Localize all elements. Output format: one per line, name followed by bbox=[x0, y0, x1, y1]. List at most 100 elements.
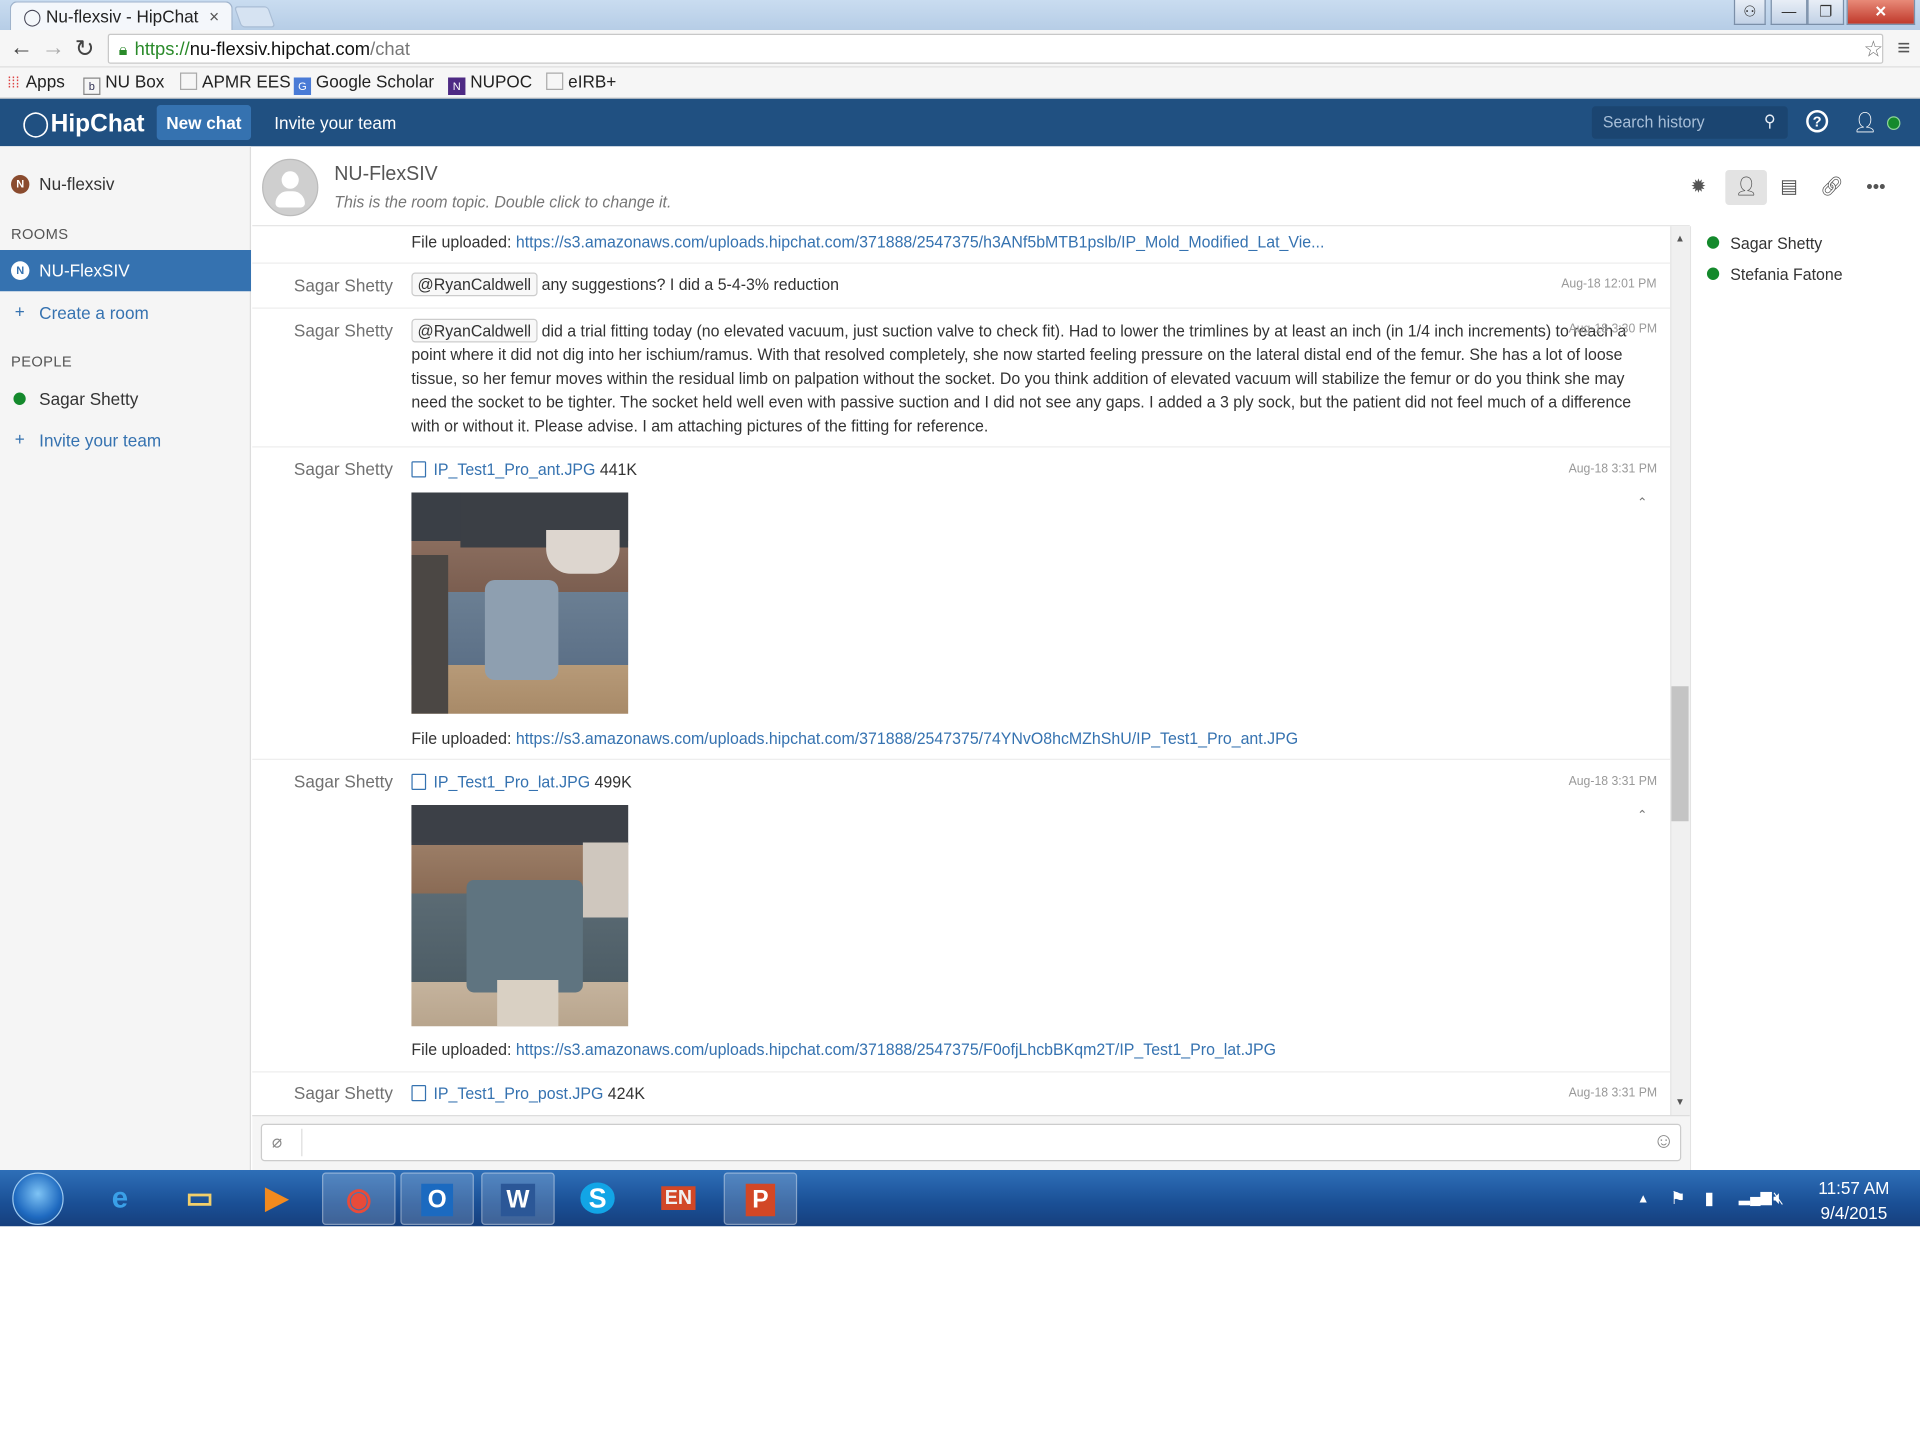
close-window-button[interactable]: ✕ bbox=[1846, 0, 1916, 25]
message-sender[interactable]: Sagar Shetty bbox=[294, 275, 393, 295]
group-name[interactable]: Nu-flexsiv bbox=[39, 174, 114, 194]
new-chat-button[interactable]: New chat bbox=[156, 105, 252, 140]
upload-link[interactable]: https://s3.amazonaws.com/uploads.hipchat… bbox=[516, 729, 1298, 748]
emoticon-icon[interactable]: ☺ bbox=[1653, 1129, 1674, 1154]
help-icon[interactable]: ? bbox=[1806, 110, 1829, 133]
skype-icon[interactable]: S bbox=[561, 1173, 634, 1226]
language-bar-icon[interactable]: EN bbox=[642, 1173, 715, 1226]
mention-tag[interactable]: @RyanCaldwell bbox=[411, 318, 538, 343]
bookmark-label: Apps bbox=[25, 71, 65, 92]
bookmark-nu-box[interactable]: b NU Box bbox=[83, 71, 164, 95]
media-player-icon[interactable]: ▶ bbox=[240, 1173, 313, 1226]
outlook-icon[interactable]: O bbox=[400, 1172, 474, 1225]
taskbar-clock[interactable]: 11:57 AM 9/4/2015 bbox=[1810, 1175, 1898, 1225]
hipchat-logo[interactable]: ◯HipChat bbox=[22, 108, 145, 139]
create-room-link[interactable]: Create a room bbox=[39, 303, 149, 323]
show-hidden-icons-icon[interactable]: ▲ bbox=[1637, 1193, 1649, 1207]
maximize-button[interactable]: ❐ bbox=[1807, 0, 1845, 25]
message-divider bbox=[252, 1071, 1671, 1073]
upload-link[interactable]: https://s3.amazonaws.com/uploads.hipchat… bbox=[516, 1040, 1276, 1059]
roster-item-stefania-fatone[interactable]: Stefania Fatone bbox=[1730, 265, 1842, 284]
forward-arrow-icon[interactable]: → bbox=[42, 35, 65, 63]
links-panel-icon[interactable]: 🔗︎ bbox=[1811, 170, 1853, 205]
file-name-link[interactable]: IP_Test1_Pro_lat.JPG bbox=[433, 773, 590, 792]
bookmark-apps[interactable]: ⁞⁞⁞ Apps bbox=[7, 71, 64, 91]
sidebar-room-label[interactable]: NU-FlexSIV bbox=[39, 260, 129, 280]
invite-team-header-link[interactable]: Invite your team bbox=[274, 113, 396, 133]
wifi-signal-icon[interactable]: ▂▄▆ bbox=[1739, 1188, 1772, 1206]
file-explorer-icon[interactable]: ▭ bbox=[163, 1173, 236, 1226]
collapse-caret-icon[interactable]: ⌃ bbox=[1637, 496, 1647, 510]
word-icon[interactable]: W bbox=[481, 1172, 555, 1225]
plus-icon[interactable]: + bbox=[15, 429, 25, 449]
new-tab-button[interactable] bbox=[233, 6, 276, 28]
message-sender[interactable]: Sagar Shetty bbox=[294, 771, 393, 791]
online-status-icon[interactable] bbox=[1886, 116, 1901, 130]
bookmark-google-scholar[interactable]: G Google Scholar bbox=[293, 71, 434, 95]
bookmark-label: NU Box bbox=[105, 71, 165, 92]
message-input[interactable] bbox=[260, 1123, 1682, 1162]
attach-paperclip-icon[interactable]: ⌀ bbox=[272, 1131, 282, 1152]
reload-icon[interactable]: ↻ bbox=[75, 35, 94, 64]
page-icon bbox=[546, 72, 564, 90]
scrollbar-thumb[interactable] bbox=[1671, 686, 1689, 822]
browser-menu-icon[interactable]: ≡ bbox=[1897, 35, 1910, 61]
mention-tag[interactable]: @RyanCaldwell bbox=[411, 272, 538, 297]
volume-muted-icon[interactable]: 🔇︎ bbox=[1773, 1188, 1784, 1209]
user-profile-window-icon[interactable]: ⚇ bbox=[1733, 0, 1766, 25]
scroll-down-arrow-icon[interactable]: ▼ bbox=[1675, 1096, 1685, 1107]
message-file-upload: File uploaded: https://s3.amazonaws.com/… bbox=[411, 1038, 1276, 1062]
roster-item-sagar-shetty[interactable]: Sagar Shetty bbox=[1730, 234, 1822, 253]
message-sender[interactable]: Sagar Shetty bbox=[294, 320, 393, 340]
battery-icon[interactable]: ▮ bbox=[1705, 1188, 1714, 1209]
message-divider bbox=[252, 307, 1671, 309]
apps-grid-icon: ⁞⁞⁞ bbox=[7, 73, 20, 92]
chat-scrollbar[interactable] bbox=[1670, 226, 1690, 1115]
image-preview-lat[interactable] bbox=[411, 805, 629, 1027]
image-preview-ant[interactable] bbox=[411, 492, 629, 714]
room-topic[interactable]: This is the room topic. Double click to … bbox=[334, 193, 671, 212]
minimize-button[interactable]: — bbox=[1770, 0, 1808, 25]
people-panel-icon[interactable]: 👤︎ bbox=[1725, 170, 1767, 205]
scholar-icon: G bbox=[293, 77, 312, 95]
upload-prefix: File uploaded: bbox=[411, 1040, 516, 1059]
file-size: 441K bbox=[599, 460, 638, 479]
notifications-icon[interactable]: ✹ bbox=[1678, 170, 1720, 205]
tab-close-icon[interactable]: × bbox=[209, 6, 219, 26]
file-name-link[interactable]: IP_Test1_Pro_ant.JPG bbox=[433, 460, 595, 479]
person-status-icon bbox=[13, 392, 26, 405]
upload-link[interactable]: https://s3.amazonaws.com/uploads.hipchat… bbox=[516, 233, 1325, 252]
message-sender[interactable]: Sagar Shetty bbox=[294, 459, 393, 479]
search-icon[interactable]: ⚲ bbox=[1764, 111, 1776, 131]
rooms-heading: ROOMS bbox=[11, 225, 69, 243]
scroll-up-arrow-icon[interactable]: ▲ bbox=[1675, 233, 1685, 244]
sidebar-person-sagar-shetty[interactable]: Sagar Shetty bbox=[39, 389, 138, 409]
invite-team-sidebar-link[interactable]: Invite your team bbox=[39, 430, 161, 450]
browser-tab[interactable]: ◯ Nu-flexsiv - HipChat × bbox=[9, 1, 233, 30]
files-panel-icon[interactable]: ▤ bbox=[1768, 170, 1810, 205]
bookmark-apmr-ees[interactable]: APMR EES bbox=[180, 71, 291, 91]
powerpoint-icon[interactable]: P bbox=[723, 1172, 798, 1225]
plus-icon[interactable]: + bbox=[15, 301, 25, 321]
collapse-caret-icon[interactable]: ⌃ bbox=[1637, 809, 1647, 823]
user-profile-icon[interactable]: 👤︎ bbox=[1853, 110, 1878, 135]
bookmark-label: NUPOC bbox=[470, 71, 533, 92]
internet-explorer-icon[interactable]: e bbox=[83, 1173, 156, 1226]
bookmark-star-icon[interactable]: ☆ bbox=[1864, 36, 1884, 62]
chrome-icon[interactable]: ◉ bbox=[322, 1172, 396, 1225]
more-options-icon[interactable]: ••• bbox=[1855, 170, 1897, 205]
search-history-input[interactable]: Search history ⚲ bbox=[1591, 106, 1788, 139]
bookmark-eirb[interactable]: eIRB+ bbox=[546, 71, 616, 91]
image-file-icon bbox=[411, 1085, 427, 1102]
sidebar bbox=[0, 146, 252, 1170]
back-arrow-icon[interactable]: ← bbox=[10, 35, 33, 63]
url-scheme: https:// bbox=[134, 38, 190, 60]
start-button-icon[interactable] bbox=[12, 1172, 64, 1225]
file-name-link[interactable]: IP_Test1_Pro_post.JPG bbox=[433, 1084, 603, 1103]
file-attachment: IP_Test1_Pro_ant.JPG 441K bbox=[411, 458, 637, 482]
message-timestamp: Aug-18 3:30 PM bbox=[1568, 322, 1658, 337]
message-sender[interactable]: Sagar Shetty bbox=[294, 1083, 393, 1103]
bookmark-nupoc[interactable]: N NUPOC bbox=[448, 71, 532, 95]
action-center-flag-icon[interactable]: ⚑ bbox=[1670, 1188, 1685, 1209]
url-input[interactable]: 🔒︎ https://nu-flexsiv.hipchat.com/chat bbox=[107, 33, 1884, 64]
